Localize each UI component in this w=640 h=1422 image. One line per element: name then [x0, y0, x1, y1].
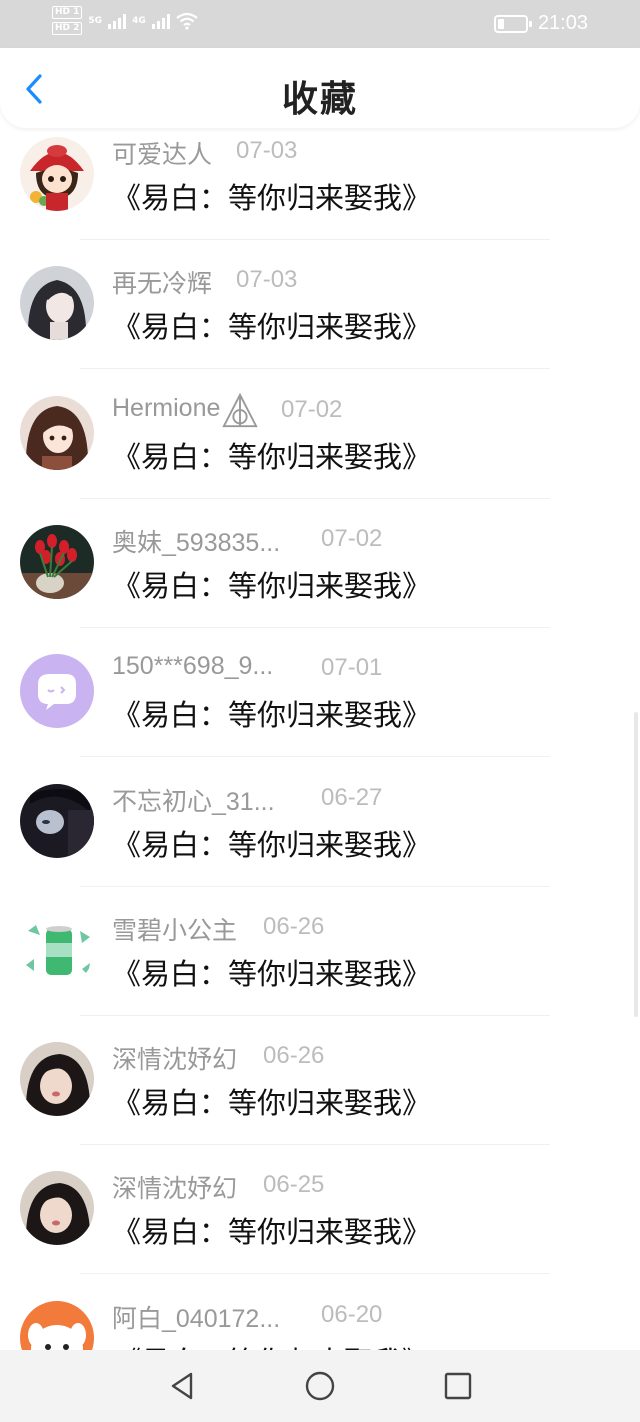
favorite-date: 07-03	[236, 266, 298, 294]
page-title: 收藏	[281, 79, 358, 120]
square-recents-icon	[444, 1372, 472, 1400]
nav-recents-button[interactable]	[432, 1360, 484, 1412]
favorites-list: 可爱达人 07-03 《易白：等你归来娶我》 再无冷辉 07-03 《易白：等你归来娶我…	[0, 128, 640, 1350]
app-header: 收藏	[0, 48, 640, 128]
avatar[interactable]	[20, 654, 94, 729]
hd-badge-1: HD 1	[52, 6, 83, 19]
list-item[interactable]: 深情沈妤幻 06-26 《易白：等你归来娶我》	[0, 1032, 640, 1161]
favorite-date: 07-02	[281, 395, 343, 423]
signal-icon	[108, 13, 127, 29]
avatar[interactable]	[20, 783, 94, 858]
book-title[interactable]: 《易白：等你归来娶我》	[112, 822, 431, 864]
book-title[interactable]: 《易白：等你归来娶我》	[112, 563, 431, 605]
circle-home-icon	[305, 1371, 335, 1401]
list-item[interactable]: Hermione 07-02 《易白：等你归来娶我》	[0, 386, 640, 515]
favorite-date: 06-26	[263, 1042, 325, 1070]
user-name: Hermione	[112, 393, 221, 422]
favorite-date: 06-27	[321, 783, 383, 811]
list-item[interactable]: 再无冷辉 07-03 《易白：等你归来娶我》	[0, 256, 640, 385]
list-item[interactable]: 阿白_040172... 06-20 《易白：等你归来娶我》	[0, 1291, 640, 1350]
status-bar: HD 1 HD 2 5G 4G 21:03	[0, 0, 640, 48]
book-title[interactable]: 《易白：等你归来娶我》	[112, 1209, 431, 1251]
user-name: 再无冷辉	[112, 270, 213, 299]
row-divider	[80, 368, 550, 370]
status-time: 21:03	[537, 12, 588, 34]
status-right: 21:03	[493, 12, 588, 35]
user-name: 阿白_040172...	[112, 1304, 281, 1333]
system-nav-bar	[0, 1350, 640, 1422]
favorite-date: 06-20	[321, 1300, 383, 1328]
favorite-date: 07-01	[321, 654, 383, 682]
hd-indicators: HD 1 HD 2	[52, 6, 83, 35]
list-item[interactable]: 可爱达人 07-03 《易白：等你归来娶我》	[0, 128, 640, 256]
user-name: 深情沈妤幻	[112, 1046, 238, 1075]
avatar[interactable]	[20, 395, 94, 470]
avatar[interactable]	[20, 137, 94, 211]
book-title[interactable]: 《易白：等你归来娶我》	[112, 434, 431, 476]
row-divider	[80, 885, 550, 887]
user-name: 不忘初心_31...	[112, 787, 275, 816]
favorite-date: 07-03	[236, 137, 298, 164]
list-item[interactable]: 不忘初心_31... 06-27 《易白：等你归来娶我》	[0, 774, 640, 903]
avatar[interactable]	[20, 1042, 94, 1117]
row-divider	[80, 1014, 550, 1016]
book-title[interactable]: 《易白：等你归来娶我》	[112, 304, 431, 346]
hd-badge-2: HD 2	[52, 22, 83, 35]
avatar[interactable]	[20, 1300, 94, 1350]
list-item[interactable]: 150***698_9... 07-01 《易白：等你归来娶我》	[0, 644, 640, 773]
book-title[interactable]: 《易白：等你归来娶我》	[112, 951, 431, 993]
user-name: 奥妹_593835...	[112, 528, 281, 557]
row-divider	[80, 1273, 550, 1275]
battery-fill	[497, 18, 505, 29]
list-item[interactable]: 奥妹_593835... 07-02 《易白：等你归来娶我》	[0, 515, 640, 644]
network-type-1: 5G	[88, 15, 103, 26]
network-type-2: 4G	[132, 15, 146, 26]
book-title[interactable]: 《易白：等你归来娶我》	[112, 1080, 431, 1122]
avatar[interactable]	[20, 524, 94, 599]
favorite-date: 06-26	[263, 912, 325, 940]
favorite-date: 06-25	[263, 1171, 325, 1199]
status-left: HD 1 HD 2 5G 4G	[52, 6, 198, 35]
user-name: 150***698_9...	[112, 652, 274, 681]
user-name: 可爱达人	[112, 141, 213, 169]
user-name: 雪碧小公主	[112, 916, 238, 945]
user-name: 深情沈妤幻	[112, 1175, 238, 1204]
row-divider	[80, 497, 550, 499]
favorite-date: 07-02	[321, 524, 383, 552]
book-title[interactable]: 《易白：等你归来娶我》	[112, 692, 431, 734]
row-divider	[80, 1144, 550, 1146]
battery-icon	[493, 14, 532, 33]
list-item[interactable]: 雪碧小公主 06-26 《易白：等你归来娶我》	[0, 903, 640, 1032]
scrollbar[interactable]	[634, 712, 638, 1017]
row-divider	[80, 756, 550, 758]
nav-home-button[interactable]	[294, 1360, 346, 1412]
nav-back-button[interactable]	[156, 1360, 208, 1412]
book-title[interactable]: 《易白：等你归来娶我》	[112, 1339, 431, 1350]
avatar[interactable]	[20, 266, 94, 341]
triangle-back-icon	[171, 1372, 193, 1400]
wifi-icon	[176, 12, 198, 30]
row-divider	[80, 239, 550, 240]
avatar[interactable]	[20, 1171, 94, 1246]
row-divider	[80, 626, 550, 628]
avatar[interactable]	[20, 912, 94, 987]
deathly-hallows-icon	[222, 392, 258, 427]
list-item[interactable]: 深情沈妤幻 06-25 《易白：等你归来娶我》	[0, 1161, 640, 1290]
signal-icon-2	[151, 13, 170, 29]
book-title[interactable]: 《易白：等你归来娶我》	[112, 175, 431, 217]
